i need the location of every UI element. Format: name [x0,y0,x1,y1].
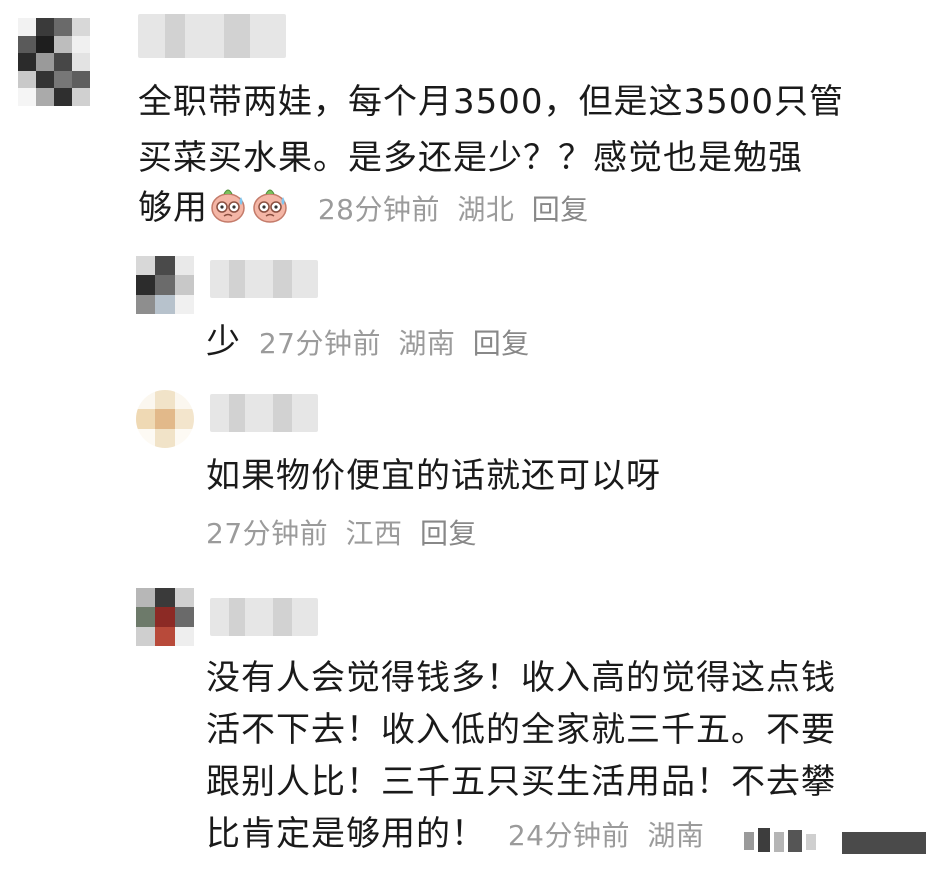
reply-button[interactable]: 回复 [532,193,589,226]
reply-button[interactable]: 回复 [420,517,477,550]
reply-location: 湖南 [647,819,705,852]
avatar[interactable] [136,390,194,448]
reply-text-tail: 比肯定是够用的！ [206,814,486,854]
avatar[interactable] [18,18,90,106]
reply-text-line: 活不下去！收入低的全家就三千五。不要 [206,710,836,750]
username-blurred[interactable] [210,260,318,298]
reply-text-line: 没有人会觉得钱多！收入高的觉得这点钱 [206,658,836,698]
reply-time: 27分钟前 [258,327,381,360]
comment-text-tail: 够用 [138,188,208,228]
reply-button[interactable]: 回复 [473,327,530,360]
reply-text: 如果物价便宜的话就还可以呀 [206,456,661,496]
sweating-face-emoji-icon [208,184,248,224]
avatar[interactable] [136,588,194,646]
username-blurred[interactable] [138,14,286,58]
comment-text-line: 全职带两娃，每个月3500，但是这3500只管 [138,82,845,122]
reply-time: 27分钟前 [206,517,329,550]
comment-text-line-with-meta: 够用 28分钟前 湖北 回复 [138,178,597,240]
comment-location: 湖北 [457,193,515,226]
reply-meta: 27分钟前 江西 回复 [206,504,485,564]
username-blurred[interactable] [210,394,318,432]
reply-location: 湖南 [398,327,456,360]
comment-time: 28分钟前 [317,193,440,226]
reply-location: 江西 [345,517,403,550]
reply-text-with-meta: 比肯定是够用的！ 24分钟前 湖南 [206,804,712,866]
username-blurred[interactable] [210,598,318,636]
reply-text: 少 [206,322,241,362]
reply-text-line: 跟别人比！三千五只买生活用品！不去攀 [206,762,836,802]
avatar[interactable] [136,256,194,314]
reply-text-with-meta: 少 27分钟前 湖南 回复 [206,312,538,374]
reply-time: 24分钟前 [507,819,630,852]
watermark-blurred [732,818,932,868]
sweating-face-emoji-icon [250,184,290,224]
